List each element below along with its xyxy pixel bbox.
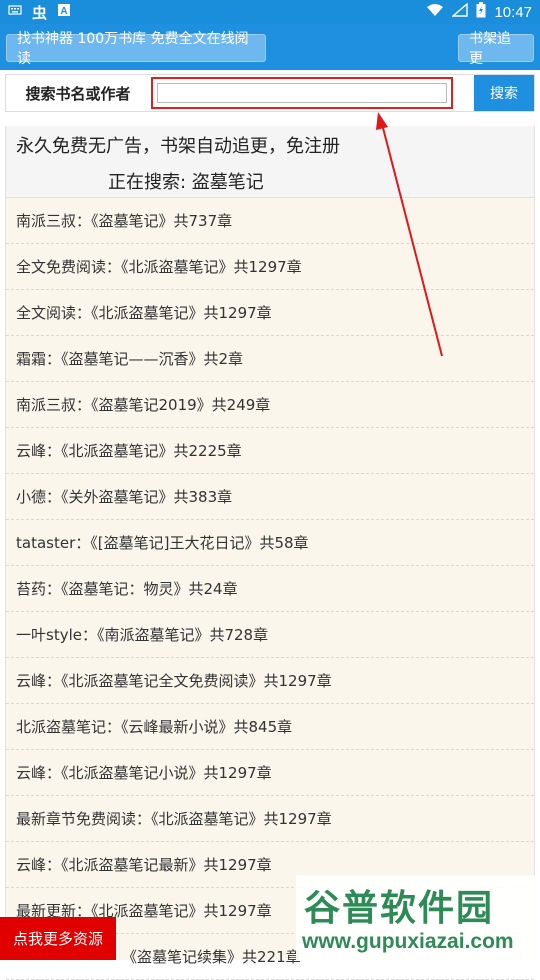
list-item[interactable]: 云峰：《北派盗墓笔记全文免费阅读》共1297章	[6, 658, 534, 704]
signal-icon	[451, 2, 469, 21]
list-item[interactable]: 全文免费阅读：《北派盗墓笔记》共1297章	[6, 244, 534, 290]
promo-button[interactable]: 找书神器 100万书库 免费全文在线阅读	[6, 31, 266, 67]
bookshelf-button[interactable]: 书架追更	[458, 31, 534, 67]
list-item[interactable]: 霜霜：《盗墓笔记——沉香》共2章	[6, 336, 534, 382]
watermark-url: www.gupuxiazai.com	[302, 930, 514, 953]
clock: 10:47	[494, 3, 532, 21]
app-icon: 虫	[32, 3, 48, 22]
list-item[interactable]: 苔药：《盗墓笔记：物灵》共24章	[6, 566, 534, 612]
svg-text:A: A	[60, 6, 67, 16]
list-item[interactable]: 南派三叔：《盗墓笔记2019》共249章	[6, 382, 534, 428]
battery-icon	[476, 2, 486, 22]
a-icon: A	[57, 4, 71, 20]
wifi-icon	[426, 3, 444, 21]
list-item[interactable]: 最新章节免费阅读：《北派盗墓笔记》共1297章	[6, 796, 534, 842]
search-label: 搜索书名或作者	[25, 84, 131, 103]
watermark-title: 谷普软件园	[304, 888, 495, 929]
list-item[interactable]: tataster：《[盗墓笔记]王大花日记》共58章	[6, 520, 534, 566]
notice-box: 永久免费无广告，书架自动追更，免注册 正在搜索: 盗墓笔记	[6, 126, 534, 198]
list-item[interactable]: 全文阅读：《北派盗墓笔记》共1297章	[6, 290, 534, 336]
search-row: 搜索书名或作者 搜索	[5, 74, 535, 112]
list-item[interactable]: 南派三叔：《盗墓笔记》共737章	[6, 198, 534, 244]
search-status: 正在搜索: 盗墓笔记	[108, 172, 264, 193]
results-panel: 永久免费无广告，书架自动追更，免注册 正在搜索: 盗墓笔记 南派三叔：《盗墓笔记…	[5, 126, 535, 980]
list-item[interactable]: 北派盗墓笔记：《云峰最新小说》共845章	[6, 704, 534, 750]
header-bar: 找书神器 100万书库 免费全文在线阅读 书架追更	[0, 24, 540, 70]
search-input[interactable]	[157, 83, 447, 103]
search-button[interactable]: 搜索	[474, 75, 534, 111]
list-item[interactable]: 云峰：《北派盗墓笔记》共2225章	[6, 428, 534, 474]
search-input-highlight	[151, 77, 453, 109]
results-list: 南派三叔：《盗墓笔记》共737章 全文免费阅读：《北派盗墓笔记》共1297章 全…	[6, 198, 534, 980]
list-item[interactable]: 云峰：《北派盗墓笔记小说》共1297章	[6, 750, 534, 796]
list-item[interactable]: 小德：《关外盗墓笔记》共383章	[6, 474, 534, 520]
more-resources-button[interactable]: 点我更多资源	[0, 917, 116, 960]
status-bar: 虫 A 10:47	[0, 0, 540, 24]
list-item[interactable]: 一叶style：《南派盗墓笔记》共728章	[6, 612, 534, 658]
watermark-logo: 谷普软件园 www.gupuxiazai.com	[296, 875, 540, 960]
keyboard-icon	[8, 4, 22, 20]
notice-line-1: 永久免费无广告，书架自动追更，免注册	[16, 136, 340, 157]
